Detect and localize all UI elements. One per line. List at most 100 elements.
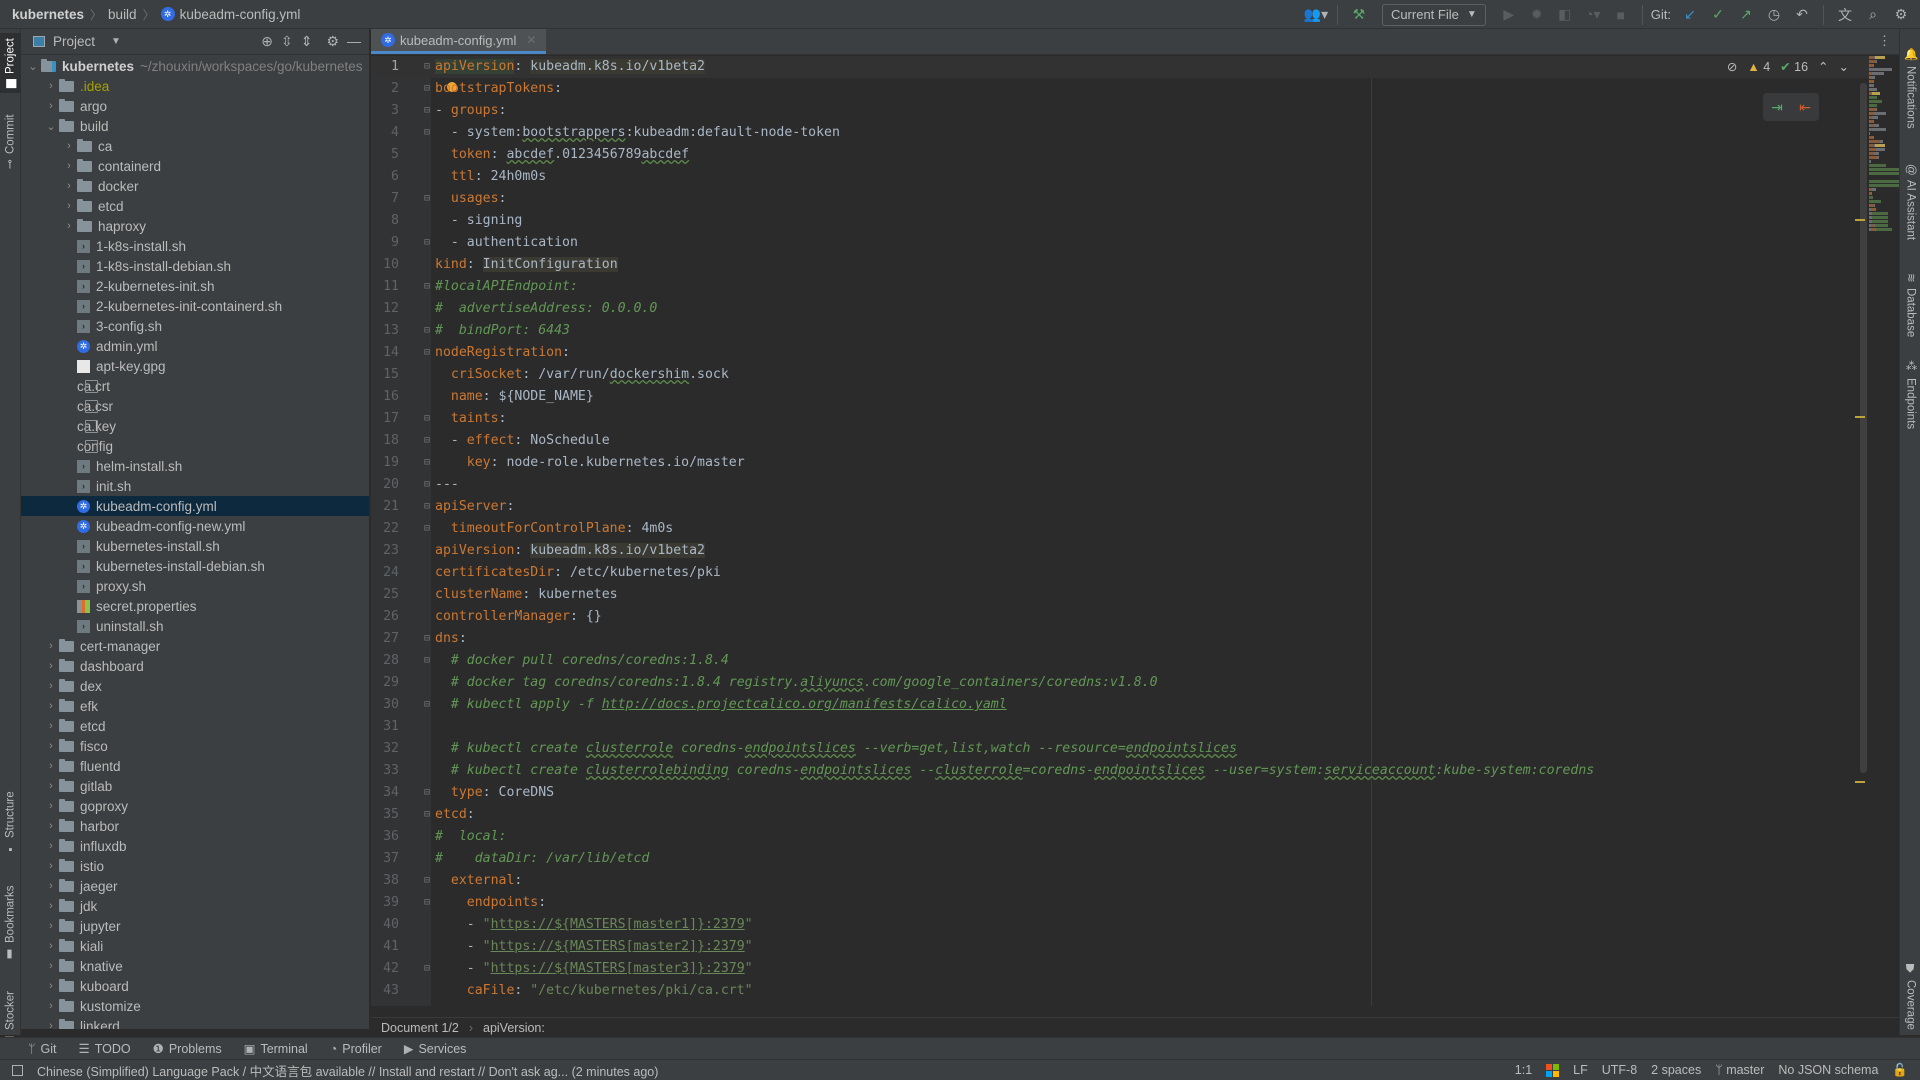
chevron-right-icon[interactable]: › xyxy=(43,740,59,752)
tree-file-item[interactable]: › 1-k8s-install-debian.sh xyxy=(21,256,369,276)
tool-tab-git[interactable]: ᛘ Git xyxy=(28,1042,57,1056)
code-line[interactable]: 10 kind: InitConfiguration xyxy=(371,254,1871,276)
line-number[interactable]: 28 xyxy=(371,650,399,672)
caret-position[interactable]: 1:1 xyxy=(1515,1063,1532,1077)
line-number[interactable]: 44 xyxy=(371,1002,399,1006)
structure-path[interactable]: apiVersion: xyxy=(483,1021,545,1035)
code-line[interactable]: 21 ⊟ apiServer: xyxy=(371,496,1871,518)
line-number[interactable]: 11 xyxy=(371,276,399,298)
json-schema-widget[interactable]: No JSON schema xyxy=(1778,1063,1878,1077)
line-number[interactable]: 34 xyxy=(371,782,399,804)
tree-folder-item[interactable]: › kuboard xyxy=(21,976,369,996)
line-number[interactable]: 26 xyxy=(371,606,399,628)
chevron-right-icon[interactable]: › xyxy=(43,1000,59,1012)
line-number[interactable]: 21 xyxy=(371,496,399,518)
fold-start-icon[interactable]: ⊟ xyxy=(424,188,430,210)
tree-root[interactable]: ⌄ kubernetes ~/zhouxin/workspaces/go/kub… xyxy=(21,56,369,76)
code-line[interactable]: 7 ⊟ usages: xyxy=(371,188,1871,210)
settings-gear-icon[interactable]: ⚙ xyxy=(1888,4,1914,26)
tool-tab-todo[interactable]: ☰ TODO xyxy=(79,1041,131,1056)
profile-icon[interactable]: ◔▾ xyxy=(1580,4,1606,26)
code-line[interactable]: 28 ⊟ # docker pull coredns/coredns:1.8.4 xyxy=(371,650,1871,672)
tree-folder-item[interactable]: › .idea xyxy=(21,76,369,96)
tree-folder-item[interactable]: › etcd xyxy=(21,196,369,216)
chevron-right-icon[interactable]: › xyxy=(43,840,59,852)
chevron-right-icon[interactable]: › xyxy=(43,1020,59,1029)
tree-folder-item[interactable]: › efk xyxy=(21,696,369,716)
run-configuration-dropdown[interactable]: Current File ▼ xyxy=(1381,3,1486,26)
tree-folder-item[interactable]: › containerd xyxy=(21,156,369,176)
line-number[interactable]: 13 xyxy=(371,320,399,342)
chevron-right-icon[interactable]: › xyxy=(43,980,59,992)
chevron-right-icon[interactable]: › xyxy=(61,160,77,172)
tree-file-item[interactable]: › kubernetes-install-debian.sh xyxy=(21,556,369,576)
options-gear-icon[interactable]: ⚙ xyxy=(326,33,339,50)
line-number[interactable]: 10 xyxy=(371,254,399,276)
line-number[interactable]: 1 xyxy=(371,56,399,78)
code-line[interactable]: 14 ⊟ nodeRegistration: xyxy=(371,342,1871,364)
warning-stripe-mark[interactable] xyxy=(1855,219,1865,221)
line-number[interactable]: 38 xyxy=(371,870,399,892)
chevron-right-icon[interactable]: › xyxy=(43,800,59,812)
code-line[interactable]: 6 ttl: 24h0m0s xyxy=(371,166,1871,188)
chevron-right-icon[interactable]: › xyxy=(43,780,59,792)
line-separator[interactable]: LF xyxy=(1573,1063,1588,1077)
tool-tab-commit[interactable]: ⊸ Commit xyxy=(0,107,21,177)
tree-folder-item[interactable]: › istio xyxy=(21,856,369,876)
fold-start-icon[interactable]: ⊟ xyxy=(424,100,430,122)
fold-start-icon[interactable]: ⊟ xyxy=(424,804,430,826)
translate-icon[interactable]: 文 xyxy=(1832,4,1858,26)
code-line[interactable]: 22 ⊟ timeoutForControlPlane: 4m0s xyxy=(371,518,1871,540)
line-number[interactable]: 20 xyxy=(371,474,399,496)
code-line[interactable]: 16 name: ${NODE_NAME} xyxy=(371,386,1871,408)
next-problem-icon[interactable]: ⌄ xyxy=(1839,59,1849,74)
code-line[interactable]: 9 ⊟ - authentication xyxy=(371,232,1871,254)
git-push-icon[interactable]: ↗ xyxy=(1733,4,1759,26)
fold-end-icon[interactable]: ⊟ xyxy=(424,958,430,980)
line-number[interactable]: 36 xyxy=(371,826,399,848)
git-commit-icon[interactable]: ✓ xyxy=(1705,4,1731,26)
tool-tab-services[interactable]: ▶ Services xyxy=(404,1041,467,1056)
code-line[interactable]: 1 ⊟ apiVersion: kubeadm.k8s.io/v1beta2 xyxy=(371,56,1871,78)
chevron-right-icon[interactable]: › xyxy=(43,680,59,692)
tree-file-item[interactable]: › 2-kubernetes-init.sh xyxy=(21,276,369,296)
run-icon[interactable]: ▶ xyxy=(1496,4,1522,26)
code-line[interactable]: 35 ⊟ etcd: xyxy=(371,804,1871,826)
chevron-right-icon[interactable]: › xyxy=(43,880,59,892)
project-view-selector[interactable]: Project xyxy=(53,34,95,49)
line-number[interactable]: 14 xyxy=(371,342,399,364)
toggle-tool-windows-icon[interactable] xyxy=(12,1064,23,1076)
line-number[interactable]: 15 xyxy=(371,364,399,386)
code-line[interactable]: 3 ⊟ - groups: xyxy=(371,100,1871,122)
code-line[interactable]: 32 # kubectl create clusterrole coredns-… xyxy=(371,738,1871,760)
document-indicator[interactable]: Document 1/2 xyxy=(381,1021,459,1035)
tree-folder-item[interactable]: › knative xyxy=(21,956,369,976)
chevron-down-icon[interactable]: ▼ xyxy=(111,36,121,47)
line-number[interactable]: 5 xyxy=(371,144,399,166)
tool-tab-notifications[interactable]: 🔔 Notifications xyxy=(1900,33,1920,143)
chevron-right-icon[interactable]: › xyxy=(43,940,59,952)
code-line[interactable]: 17 ⊟ taints: xyxy=(371,408,1871,430)
fold-start-icon[interactable]: ⊟ xyxy=(424,276,430,298)
tree-file-item[interactable]: ✲ kubeadm-config-new.yml xyxy=(21,516,369,536)
fold-end-icon[interactable]: ⊟ xyxy=(424,782,430,804)
line-number[interactable]: 8 xyxy=(371,210,399,232)
chevron-right-icon[interactable]: › xyxy=(43,920,59,932)
code-line[interactable]: 30 ⊟ # kubectl apply -f http://docs.proje… xyxy=(371,694,1871,716)
chevron-right-icon[interactable]: › xyxy=(43,640,59,652)
chevron-right-icon[interactable]: › xyxy=(43,760,59,772)
tree-folder-item[interactable]: › cert-manager xyxy=(21,636,369,656)
tree-folder-item[interactable]: › jaeger xyxy=(21,876,369,896)
code-line[interactable]: 18 ⊟ - effect: NoSchedule xyxy=(371,430,1871,452)
code-line[interactable]: 39 ⊟ endpoints: xyxy=(371,892,1871,914)
chevron-right-icon[interactable]: › xyxy=(43,700,59,712)
fold-start-icon[interactable]: ⊟ xyxy=(424,474,430,496)
breadcrumb-item-build[interactable]: build xyxy=(108,7,137,22)
code-line[interactable]: 31 xyxy=(371,716,1871,738)
code-line[interactable]: 37 # dataDir: /var/lib/etcd xyxy=(371,848,1871,870)
tree-file-item[interactable]: ca.csr xyxy=(21,396,369,416)
tree-folder-item[interactable]: › kustomize xyxy=(21,996,369,1016)
chevron-right-icon[interactable]: › xyxy=(43,80,59,92)
code-line[interactable]: 23 apiVersion: kubeadm.k8s.io/v1beta2 xyxy=(371,540,1871,562)
line-number[interactable]: 25 xyxy=(371,584,399,606)
